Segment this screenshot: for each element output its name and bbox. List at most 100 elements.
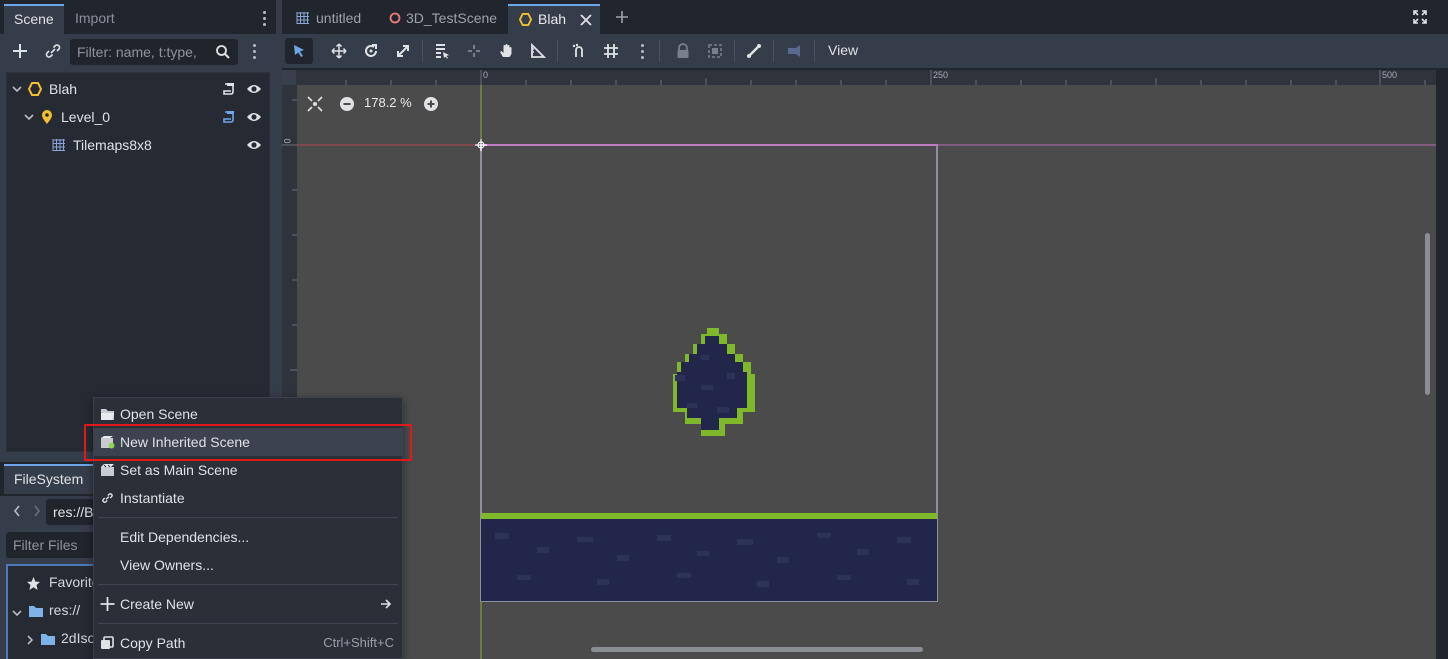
- ruler-tick-label: 0: [483, 70, 489, 80]
- menu-item-copy-path[interactable]: Copy Path Ctrl+Shift+C: [94, 629, 402, 657]
- scene-dock-tabbar: Scene Import: [0, 0, 276, 34]
- marker2d-icon: [41, 110, 53, 125]
- bone-skeleton-icon[interactable]: [740, 38, 768, 64]
- chevron-right-icon[interactable]: [25, 635, 35, 645]
- move-mode-icon[interactable]: [325, 38, 353, 64]
- tab-scene[interactable]: Scene: [4, 4, 64, 34]
- visibility-eye-icon[interactable]: [246, 139, 262, 151]
- chevron-down-icon[interactable]: [12, 84, 22, 94]
- search-icon: [215, 44, 231, 60]
- script-icon[interactable]: [222, 82, 236, 96]
- menu-item-label: Instantiate: [120, 490, 185, 506]
- tilemap-icon: [296, 11, 310, 25]
- ruler-icon[interactable]: [524, 38, 552, 64]
- scene-tab-untitled[interactable]: untitled: [286, 4, 382, 34]
- tab-import[interactable]: Import: [65, 4, 125, 34]
- canvas-2d[interactable]: 178.2 %: [297, 85, 1436, 659]
- star-icon: [26, 576, 41, 591]
- view-menu-button[interactable]: View: [828, 42, 858, 58]
- menu-item-view-owners[interactable]: View Owners...: [94, 551, 402, 579]
- node2d-icon: [28, 82, 42, 96]
- scene-options-icon[interactable]: [253, 44, 257, 62]
- zoom-in-icon[interactable]: [423, 96, 439, 112]
- folder-icon: [28, 604, 44, 618]
- fs-item-res[interactable]: res://: [49, 602, 80, 618]
- add-scene-tab-icon[interactable]: [615, 10, 629, 24]
- lock-icon[interactable]: [669, 38, 697, 64]
- tree-item-blah[interactable]: Blah: [7, 75, 269, 103]
- grid-snap-icon[interactable]: [597, 38, 625, 64]
- tree-item-label: Tilemaps8x8: [73, 137, 152, 153]
- nav-back-icon[interactable]: [12, 504, 22, 518]
- vertical-scrollbar[interactable]: [1425, 233, 1430, 395]
- menu-separator: [98, 584, 398, 585]
- smart-snap-icon[interactable]: [565, 38, 593, 64]
- menu-item-label: Copy Path: [120, 635, 186, 651]
- ruler-tick-label: 500: [1382, 70, 1398, 80]
- main-scene-icon: [100, 463, 115, 477]
- ruler-horizontal[interactable]: 0 250 500: [296, 70, 1436, 85]
- pivot-icon[interactable]: [460, 38, 488, 64]
- node3d-icon: [389, 12, 401, 24]
- tree-item-label: Level_0: [61, 109, 111, 125]
- folder-icon: [40, 632, 56, 646]
- tree-item-label: Blah: [49, 81, 78, 97]
- tree-item-level0[interactable]: Level_0: [7, 103, 269, 131]
- nav-forward-icon[interactable]: [32, 504, 42, 518]
- visibility-eye-icon[interactable]: [246, 111, 262, 123]
- menu-item-label: View Owners...: [120, 557, 214, 573]
- menu-item-create-new[interactable]: Create New: [94, 590, 402, 618]
- zoom-out-icon[interactable]: [339, 96, 355, 112]
- visibility-eye-icon[interactable]: [246, 83, 262, 95]
- list-select-icon[interactable]: [428, 38, 456, 64]
- scene-tab-label: 3D_TestScene: [406, 10, 498, 26]
- menu-item-instantiate[interactable]: Instantiate: [94, 484, 402, 512]
- scene-filter-input[interactable]: Filter: name, t:type,: [70, 39, 238, 65]
- pan-hand-icon[interactable]: [492, 38, 520, 64]
- scene-tab-3d-testscene[interactable]: 3D_TestScene: [382, 4, 506, 34]
- horizontal-scrollbar[interactable]: [591, 647, 923, 652]
- menu-separator: [98, 517, 398, 518]
- script-icon[interactable]: [222, 110, 236, 124]
- center-view-icon[interactable]: [307, 96, 323, 112]
- menu-item-label: Set as Main Scene: [120, 462, 238, 478]
- select-mode-icon[interactable]: [285, 38, 313, 64]
- annotation-highlight-box: [84, 424, 412, 461]
- scene-tab-label: Blah: [538, 11, 567, 27]
- add-node-button[interactable]: [10, 41, 30, 61]
- camera-override-icon[interactable]: [780, 38, 808, 64]
- menu-item-edit-dependencies[interactable]: Edit Dependencies...: [94, 523, 402, 551]
- node2d-icon: [519, 13, 532, 26]
- snap-options-icon[interactable]: [641, 44, 645, 62]
- copy-icon: [100, 636, 115, 650]
- canvas-toolbar: View: [282, 34, 1448, 68]
- chevron-down-icon[interactable]: [12, 608, 22, 618]
- distraction-free-icon[interactable]: [1413, 10, 1427, 24]
- scene-tab-label: untitled: [316, 10, 362, 26]
- menu-item-label: Open Scene: [120, 406, 198, 422]
- menu-item-label: Edit Dependencies...: [120, 529, 250, 545]
- tab-filesystem[interactable]: FileSystem: [4, 464, 94, 494]
- link-icon: [100, 491, 115, 505]
- ruler-corner: [282, 70, 297, 85]
- scene-tab-blah[interactable]: Blah: [508, 4, 600, 34]
- group-icon[interactable]: [701, 38, 729, 64]
- rotate-mode-icon[interactable]: [357, 38, 385, 64]
- menu-item-label: Create New: [120, 596, 194, 612]
- zoom-level-label[interactable]: 178.2 %: [364, 95, 412, 110]
- dock-menu-icon[interactable]: [263, 11, 267, 29]
- scale-mode-icon[interactable]: [389, 38, 417, 64]
- tree-item-tilemaps[interactable]: Tilemaps8x8: [7, 131, 269, 159]
- scene-tabs-bar: untitled 3D_TestScene Blah: [282, 0, 1448, 34]
- ruler-tick-label: 250: [933, 70, 949, 80]
- close-icon[interactable]: [580, 14, 592, 26]
- tile-ground: [481, 513, 937, 601]
- chevron-down-icon[interactable]: [24, 112, 34, 122]
- shortcut-label: Ctrl+Shift+C: [323, 635, 394, 650]
- link-icon[interactable]: [43, 41, 63, 61]
- plus-icon: [100, 597, 115, 611]
- menu-separator: [98, 623, 398, 624]
- tilemap-icon: [52, 138, 66, 152]
- scene-tree: Blah Level_0 Tilemaps8x8: [6, 72, 270, 452]
- filter-files-input[interactable]: Filter Files: [6, 532, 106, 558]
